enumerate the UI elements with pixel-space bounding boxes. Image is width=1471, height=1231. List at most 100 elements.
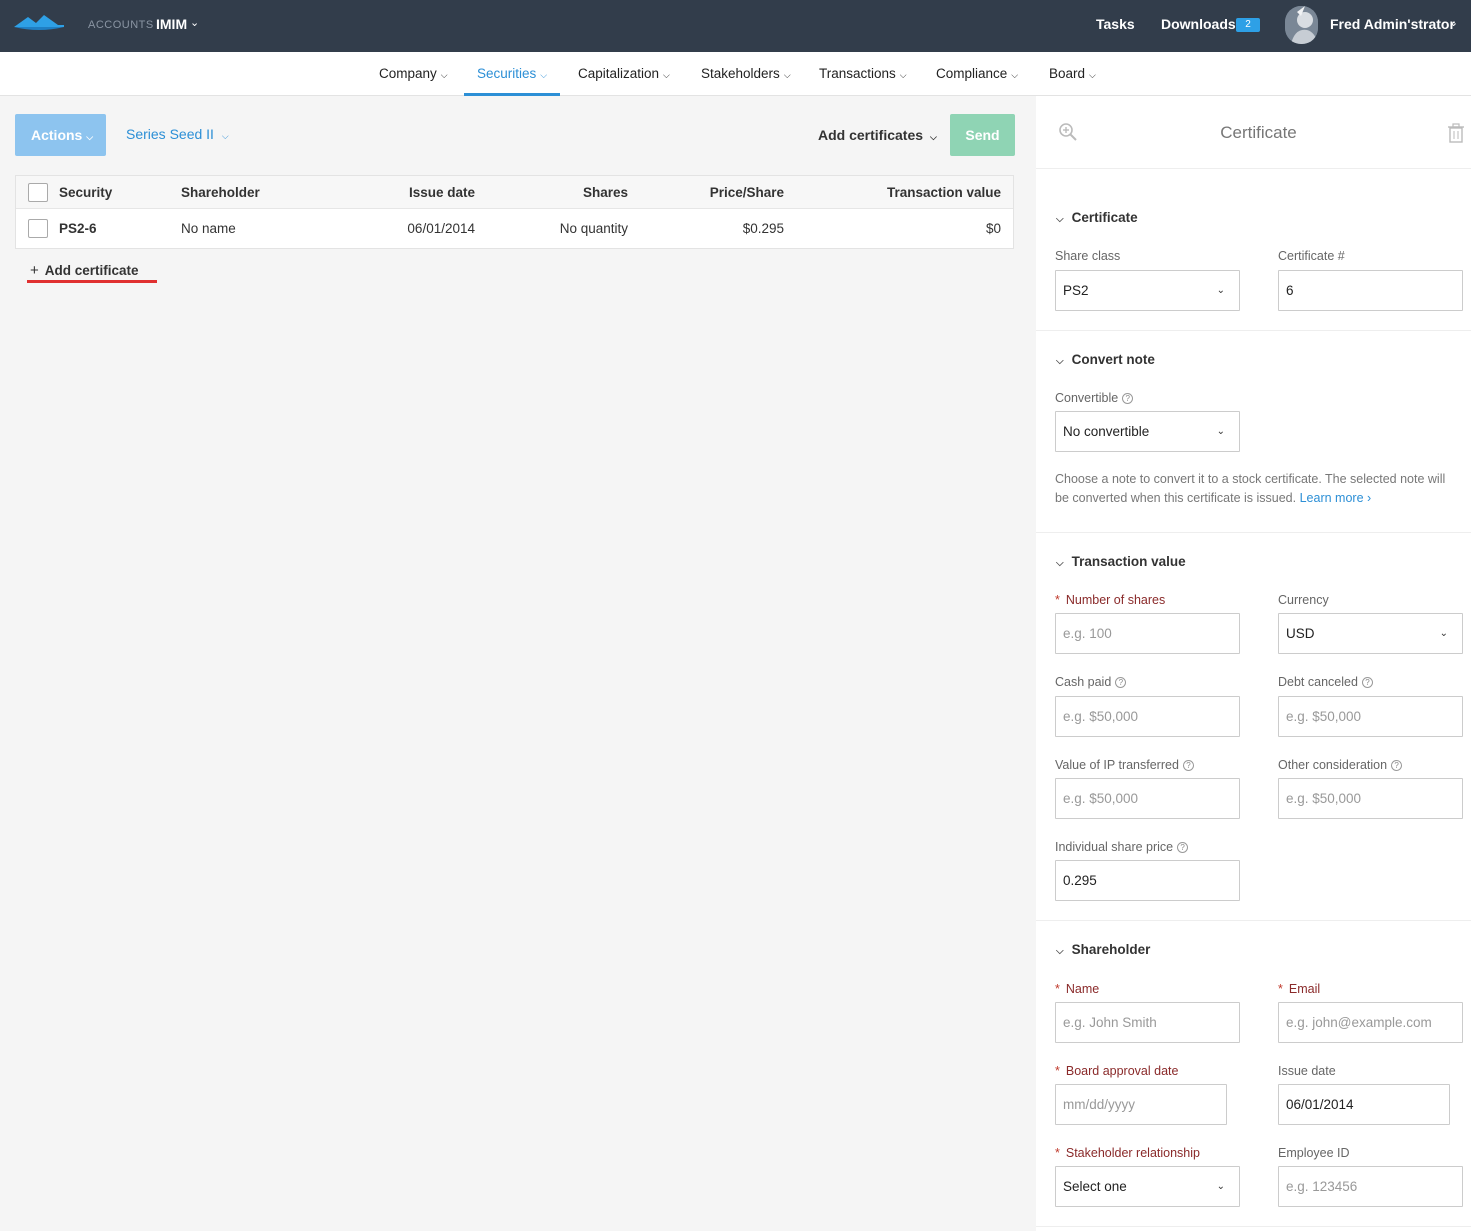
column-header[interactable]: Price/Share bbox=[710, 185, 784, 200]
section-title: Convert note bbox=[1071, 352, 1155, 367]
number-of-shares-input[interactable]: e.g. 100 bbox=[1055, 613, 1240, 654]
stakeholder-relationship-select[interactable]: Select one ⌄ bbox=[1055, 1166, 1240, 1207]
label-text: Number of shares bbox=[1065, 593, 1166, 607]
select-all-checkbox[interactable] bbox=[28, 183, 48, 202]
downloads-link[interactable]: Downloads bbox=[1161, 16, 1236, 32]
nav-label: Board bbox=[1049, 66, 1086, 81]
shareholder-cell: No name bbox=[181, 221, 236, 236]
label-text: Board approval date bbox=[1065, 1064, 1179, 1078]
label-text: Other consideration bbox=[1278, 758, 1388, 772]
help-icon[interactable]: ? bbox=[1391, 760, 1403, 771]
label-text: Value of IP transferred bbox=[1055, 758, 1179, 772]
nav-company[interactable]: Company ⌵ bbox=[379, 52, 448, 96]
convert-help-text: Choose a note to convert it to a stock c… bbox=[1055, 470, 1455, 508]
nav-transactions[interactable]: Transactions ⌵ bbox=[819, 52, 907, 96]
share-class-select[interactable]: PS2 ⌄ bbox=[1055, 270, 1240, 311]
actions-label: Actions bbox=[31, 127, 83, 143]
section-divider bbox=[1036, 330, 1471, 331]
section-shareholder-toggle[interactable]: ⌵ Shareholder bbox=[1056, 942, 1150, 957]
email-label: * Email bbox=[1278, 982, 1320, 996]
help-icon[interactable]: ? bbox=[1115, 677, 1127, 688]
debt-canceled-label: Debt canceled? bbox=[1278, 675, 1373, 689]
help-icon[interactable]: ? bbox=[1177, 842, 1189, 853]
section-certificate-toggle[interactable]: ⌵ Certificate bbox=[1056, 210, 1138, 225]
required-icon: * bbox=[1055, 593, 1060, 607]
section-convert-note-toggle[interactable]: ⌵ Convert note bbox=[1056, 352, 1155, 367]
help-icon[interactable]: ? bbox=[1182, 760, 1194, 771]
row-checkbox[interactable] bbox=[28, 219, 48, 238]
nav-securities[interactable]: Securities ⌵ bbox=[464, 52, 561, 96]
issue-date-label: Issue date bbox=[1278, 1064, 1336, 1078]
column-header[interactable]: Shares bbox=[583, 185, 628, 200]
help-icon[interactable]: ? bbox=[1361, 677, 1373, 688]
main-nav: Company ⌵ Securities ⌵ Capitalization ⌵ Sta… bbox=[0, 52, 1471, 96]
section-divider bbox=[1036, 920, 1471, 921]
certificate-number-input[interactable]: 6 bbox=[1278, 270, 1463, 311]
nav-label: Compliance bbox=[936, 66, 1008, 81]
label-text: Debt canceled bbox=[1278, 675, 1358, 689]
chevron-down-icon: ⌵ bbox=[440, 70, 448, 80]
required-icon: * bbox=[1055, 982, 1060, 996]
chevron-down-icon: ⌵ bbox=[221, 131, 229, 141]
actions-button[interactable]: Actions ⌵ bbox=[15, 114, 106, 156]
column-header[interactable]: Security bbox=[59, 185, 112, 200]
convertible-select[interactable]: No convertible ⌄ bbox=[1055, 411, 1240, 452]
label-text: Stakeholder relationship bbox=[1065, 1146, 1200, 1160]
nav-board[interactable]: Board ⌵ bbox=[1049, 52, 1096, 96]
section-transaction-value-toggle[interactable]: ⌵ Transaction value bbox=[1056, 554, 1186, 569]
send-button[interactable]: Send bbox=[950, 114, 1015, 156]
help-icon[interactable]: ? bbox=[1122, 393, 1134, 404]
share-price-label: Individual share price? bbox=[1055, 840, 1189, 854]
debt-canceled-input[interactable]: e.g. $50,000 bbox=[1278, 696, 1463, 737]
shares-cell: No quantity bbox=[559, 221, 628, 236]
chevron-down-icon: ⌵ bbox=[1056, 946, 1064, 957]
account-switcher[interactable]: IMIM bbox=[156, 16, 187, 32]
nav-compliance[interactable]: Compliance ⌵ bbox=[936, 52, 1018, 96]
convertible-label-text: Convertible bbox=[1055, 391, 1119, 405]
issue-date-cell: 06/01/2014 bbox=[407, 221, 475, 236]
table-row[interactable]: PS2-6 No name 06/01/2014 No quantity $0.… bbox=[16, 209, 1013, 248]
company-logo-icon[interactable] bbox=[14, 13, 64, 31]
section-title: Certificate bbox=[1071, 210, 1138, 225]
top-bar: ACCOUNTS IMIM ⌄ Tasks Downloads 2 Fred A… bbox=[0, 0, 1471, 52]
employee-id-input[interactable]: e.g. 123456 bbox=[1278, 1166, 1463, 1207]
plus-icon: + bbox=[30, 262, 39, 279]
table-header: Security Shareholder Issue date Shares P… bbox=[16, 176, 1013, 209]
section-divider bbox=[1036, 1226, 1471, 1227]
series-dropdown[interactable]: Series Seed II ⌵ bbox=[126, 126, 229, 142]
name-input[interactable]: e.g. John Smith bbox=[1055, 1002, 1240, 1043]
column-header[interactable]: Issue date bbox=[409, 185, 475, 200]
column-header[interactable]: Shareholder bbox=[181, 185, 260, 200]
cash-paid-input[interactable]: e.g. $50,000 bbox=[1055, 696, 1240, 737]
chevron-down-icon[interactable]: ⌄ bbox=[190, 16, 199, 29]
tasks-link[interactable]: Tasks bbox=[1096, 16, 1135, 32]
cash-paid-label: Cash paid? bbox=[1055, 675, 1127, 689]
nav-capitalization[interactable]: Capitalization ⌵ bbox=[578, 52, 670, 96]
issue-date-input[interactable]: 06/01/2014 bbox=[1278, 1084, 1450, 1125]
transaction-value-cell: $0 bbox=[985, 221, 1001, 236]
label-text: Individual share price bbox=[1055, 840, 1174, 854]
help-text: Choose a note to convert it to a stock c… bbox=[1055, 472, 1446, 505]
convertible-value: No convertible bbox=[1063, 424, 1150, 439]
learn-more-link[interactable]: Learn more › bbox=[1300, 491, 1372, 505]
currency-value: USD bbox=[1286, 626, 1315, 641]
email-input[interactable]: e.g. john@example.com bbox=[1278, 1002, 1463, 1043]
add-certificate-link[interactable]: + Add certificate bbox=[30, 262, 139, 279]
security-cell[interactable]: PS2-6 bbox=[59, 221, 97, 236]
avatar[interactable] bbox=[1285, 6, 1318, 44]
column-header[interactable]: Transaction value bbox=[887, 185, 1001, 200]
required-icon: * bbox=[1278, 982, 1283, 996]
nav-stakeholders[interactable]: Stakeholders ⌵ bbox=[701, 52, 791, 96]
other-consideration-input[interactable]: e.g. $50,000 bbox=[1278, 778, 1463, 819]
ip-transferred-input[interactable]: e.g. $50,000 bbox=[1055, 778, 1240, 819]
required-icon: * bbox=[1055, 1146, 1060, 1160]
add-certificates-dropdown[interactable]: Add certificates ⌵ bbox=[818, 127, 937, 143]
chevron-down-icon[interactable]: ⌄ bbox=[1449, 16, 1458, 29]
currency-select[interactable]: USD ⌄ bbox=[1278, 613, 1463, 654]
nav-label: Stakeholders bbox=[701, 66, 780, 81]
board-approval-date-input[interactable]: mm/dd/yyyy bbox=[1055, 1084, 1227, 1125]
user-menu[interactable]: Fred Admin'strator bbox=[1330, 16, 1455, 32]
section-title: Shareholder bbox=[1071, 942, 1151, 957]
share-price-input[interactable]: 0.295 bbox=[1055, 860, 1240, 901]
trash-icon[interactable] bbox=[1448, 123, 1464, 143]
